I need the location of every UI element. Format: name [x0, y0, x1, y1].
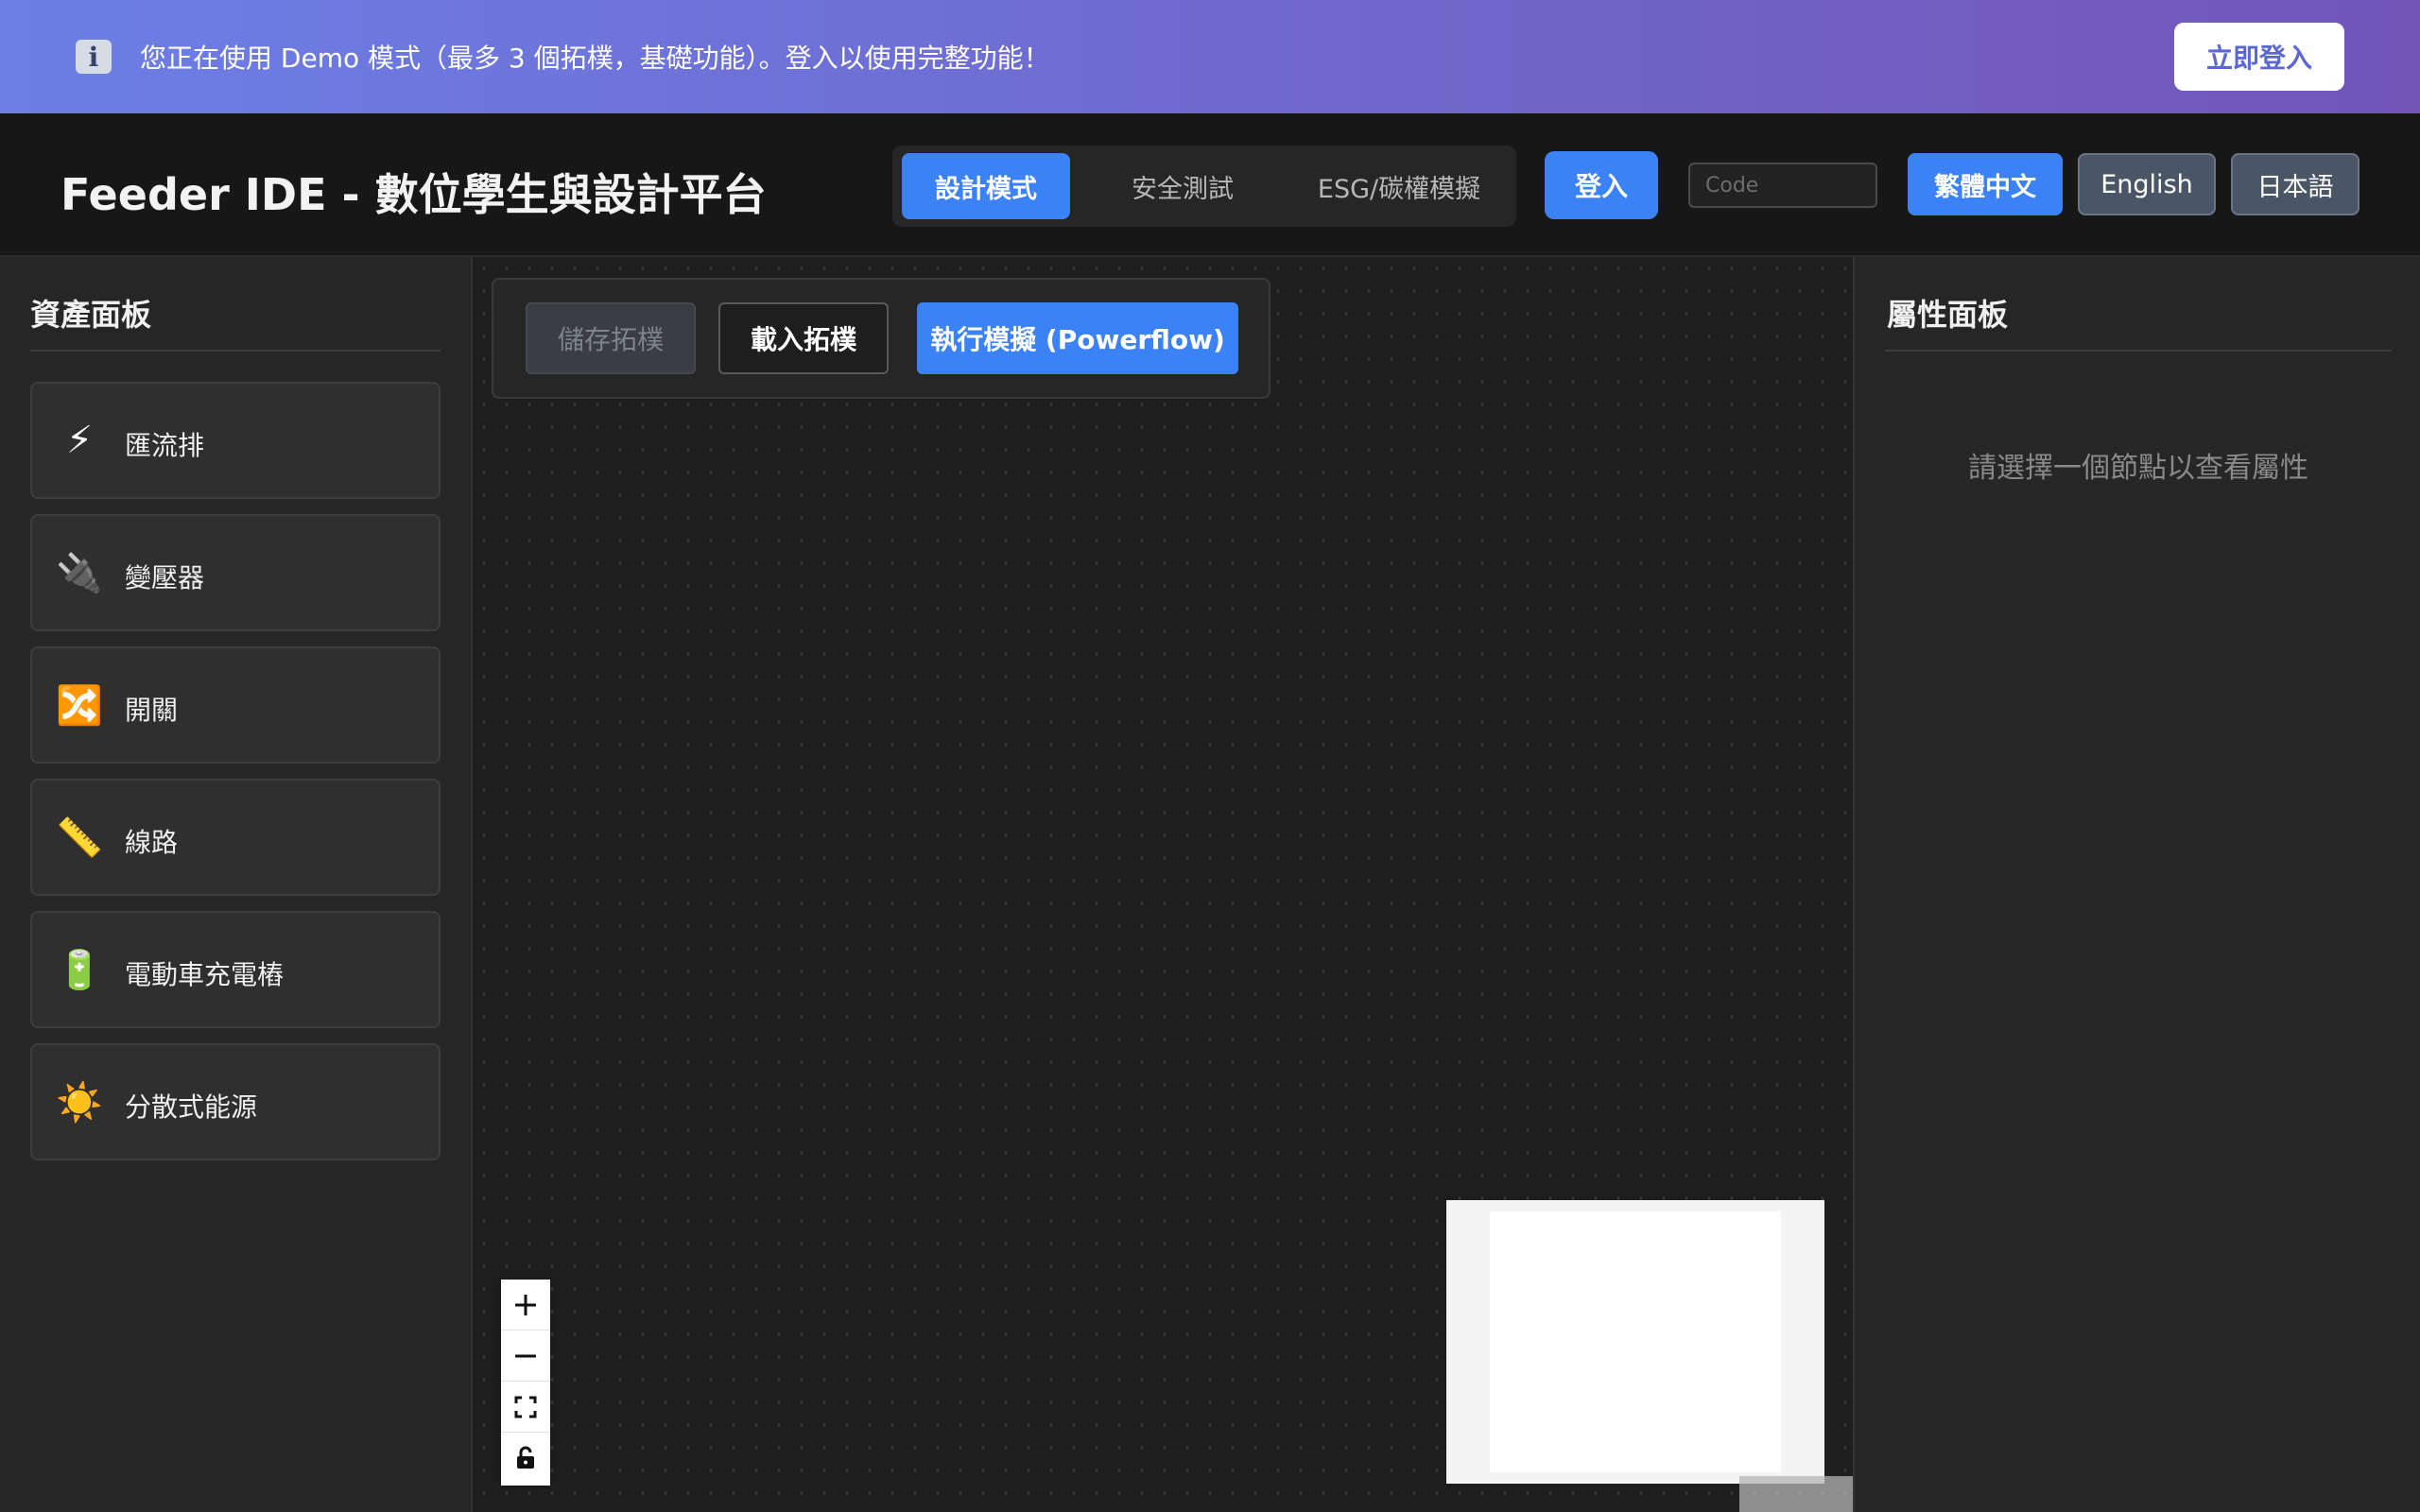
asset-panel-title: 資產面板 — [30, 297, 152, 333]
asset-item-label: 變壓器 — [125, 562, 205, 593]
canvas-toolbar: 儲存拓樸 載入拓樸 執行模擬 (Powerflow) — [492, 278, 1270, 399]
minimap[interactable] — [1446, 1200, 1824, 1484]
app-header: Feeder IDE - 數位學生與設計平台 設計模式 安全測試 ESG/碳權模… — [0, 113, 2420, 257]
lock-toggle-button[interactable] — [501, 1433, 550, 1484]
minimap-viewport[interactable] — [1490, 1211, 1781, 1472]
asset-item-ev-charger[interactable]: 🔋 電動車充電樁 — [30, 911, 441, 1028]
demo-message: 您正在使用 Demo 模式（最多 3 個拓樸，基礎功能）。登入以使用完整功能！ — [140, 43, 1050, 74]
sun-icon: ☀️ — [56, 1080, 103, 1125]
save-topology-button[interactable]: 儲存拓樸 — [526, 302, 696, 374]
asset-item-switch[interactable]: 🔀 開關 — [30, 646, 441, 764]
battery-icon: 🔋 — [56, 948, 103, 992]
asset-item-line[interactable]: 📏 線路 — [30, 779, 441, 896]
lock-icon — [517, 1446, 534, 1469]
asset-item-label: 開關 — [125, 695, 179, 726]
app-title: Feeder IDE - 數位學生與設計平台 — [60, 169, 767, 220]
asset-item-label: 線路 — [125, 827, 179, 858]
property-panel: 屬性面板 請選擇一個節點以查看屬性 — [1853, 257, 2420, 1512]
info-icon: i — [76, 40, 112, 74]
shuffle-icon: 🔀 — [56, 683, 103, 728]
lightning-icon: ⚡ — [65, 419, 94, 462]
demo-banner: i 您正在使用 Demo 模式（最多 3 個拓樸，基礎功能）。登入以使用完整功能… — [0, 0, 2420, 113]
topology-canvas[interactable]: 儲存拓樸 載入拓樸 執行模擬 (Powerflow) — [473, 257, 1853, 1512]
zoom-out-button[interactable] — [501, 1331, 550, 1382]
tab-design-mode[interactable]: 設計模式 — [902, 153, 1070, 219]
tab-safety-test[interactable]: 安全測試 — [1081, 153, 1284, 219]
asset-item-distributed-energy[interactable]: ☀️ 分散式能源 — [30, 1043, 441, 1160]
asset-item-label: 匯流排 — [125, 430, 205, 461]
run-simulation-button[interactable]: 執行模擬 (Powerflow) — [917, 302, 1238, 374]
asset-item-label: 電動車充電樁 — [125, 959, 285, 990]
lang-english-button[interactable]: English — [2078, 153, 2216, 215]
zoom-controls — [501, 1280, 550, 1486]
asset-item-busbar[interactable]: ⚡ 匯流排 — [30, 382, 441, 499]
property-panel-divider — [1885, 350, 2392, 352]
asset-item-transformer[interactable]: 🔌 變壓器 — [30, 514, 441, 631]
login-now-button[interactable]: 立即登入 — [2174, 23, 2344, 91]
zoom-in-button[interactable] — [501, 1280, 550, 1331]
plug-icon: 🔌 — [56, 551, 103, 595]
ruler-icon: 📏 — [56, 816, 103, 860]
code-input[interactable] — [1688, 163, 1877, 208]
zoom-in-icon — [515, 1294, 536, 1315]
tab-esg-simulation[interactable]: ESG/碳權模擬 — [1289, 153, 1509, 219]
mode-tabs: 設計模式 安全測試 ESG/碳權模擬 — [892, 146, 1516, 227]
canvas-attribution — [1739, 1476, 1853, 1512]
lang-traditional-chinese-button[interactable]: 繁體中文 — [1908, 153, 2063, 215]
fit-view-icon — [514, 1396, 537, 1418]
lang-japanese-button[interactable]: 日本語 — [2231, 153, 2360, 215]
property-panel-title: 屬性面板 — [1887, 297, 2009, 333]
asset-item-label: 分散式能源 — [125, 1091, 258, 1123]
zoom-out-icon — [515, 1354, 536, 1357]
load-topology-button[interactable]: 載入拓樸 — [718, 302, 889, 374]
property-empty-message: 請選擇一個節點以查看屬性 — [1968, 452, 2308, 485]
asset-panel-divider — [30, 350, 441, 352]
asset-panel: 資產面板 ⚡ 匯流排 🔌 變壓器 🔀 開關 📏 線路 🔋 電動車充電樁 ☀️ 分… — [0, 257, 473, 1512]
login-button[interactable]: 登入 — [1545, 151, 1658, 219]
fit-view-button[interactable] — [501, 1382, 550, 1433]
